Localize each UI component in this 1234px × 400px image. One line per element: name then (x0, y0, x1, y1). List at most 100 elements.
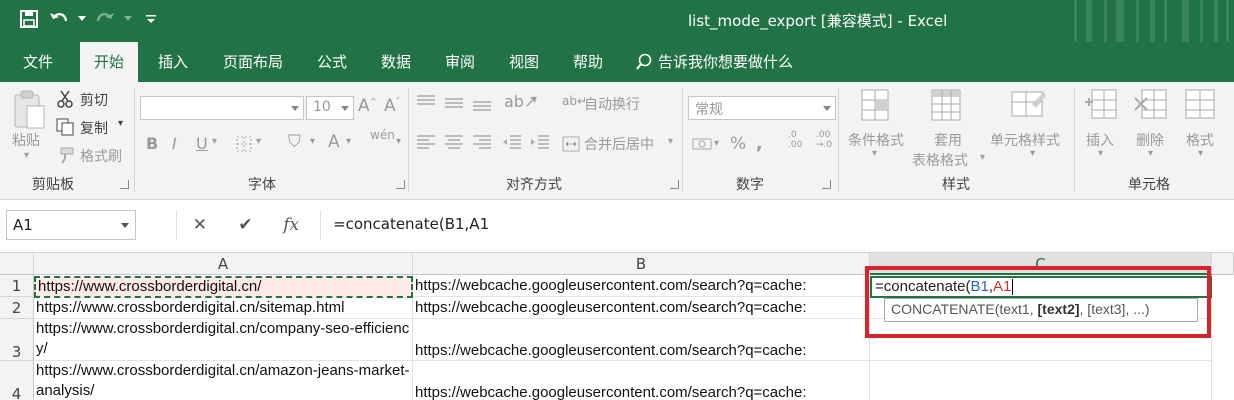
tab-insert[interactable]: 插入 (146, 42, 200, 82)
row-header[interactable]: 4 (0, 361, 34, 400)
cell-a3[interactable]: https://www.crossborderdigital.cn/compan… (34, 319, 413, 361)
wrap-text-label[interactable]: 自动换行 (584, 94, 640, 114)
tell-me-box[interactable]: 告诉我你想要做什么 (636, 42, 793, 82)
currency-icon[interactable] (692, 136, 712, 156)
shrink-font-icon[interactable]: Aˇ (384, 96, 400, 116)
copy-label[interactable]: 复制 (80, 118, 108, 138)
row-header[interactable]: 2 (0, 297, 34, 319)
number-launcher-icon[interactable] (822, 180, 831, 189)
tab-help[interactable]: 帮助 (560, 42, 616, 82)
fill-color-icon[interactable]: ⛉ (288, 132, 301, 152)
cell-c4[interactable] (870, 361, 1212, 400)
phonetic-dropdown-icon[interactable]: ▾ (396, 136, 401, 147)
select-all-corner[interactable] (0, 253, 34, 275)
format-as-table-label-2[interactable]: 表格格式 (912, 150, 968, 170)
insert-function-icon[interactable]: fx (276, 215, 306, 235)
italic-icon[interactable]: I (172, 134, 177, 153)
align-right-icon[interactable] (472, 134, 492, 156)
conditional-format-icon[interactable] (860, 88, 894, 130)
cell-b2[interactable]: https://webcache.googleusercontent.com/s… (413, 297, 870, 319)
merge-center-label[interactable]: 合并后居中 (584, 134, 654, 154)
align-left-icon[interactable] (416, 134, 436, 156)
format-cells-icon[interactable] (1184, 88, 1218, 128)
tab-view[interactable]: 视图 (496, 42, 552, 82)
conditional-format-dropdown-icon[interactable]: ▾ (872, 148, 877, 159)
percent-icon[interactable]: % (730, 134, 746, 154)
paste-dropdown-icon[interactable]: ▾ (24, 150, 29, 161)
paste-label[interactable]: 粘贴 (12, 130, 40, 150)
tab-home[interactable]: 开始 (80, 42, 138, 82)
row-header[interactable]: 1 (0, 275, 34, 297)
enter-icon[interactable]: ✔ (230, 215, 260, 235)
font-size-select[interactable]: 10 (306, 96, 354, 120)
borders-dropdown-icon[interactable]: ▾ (256, 136, 261, 147)
customize-qat-icon[interactable] (140, 8, 162, 30)
underline-dropdown-icon[interactable]: ▾ (212, 136, 217, 147)
orientation-dropdown-icon[interactable]: ▾ (532, 94, 537, 105)
clipboard-launcher-icon[interactable] (120, 180, 129, 189)
formula-input[interactable]: =concatenate(B1,A1 (320, 210, 1230, 240)
increase-decimal-icon[interactable]: .0.00 (788, 130, 802, 150)
paste-icon[interactable] (12, 90, 46, 134)
insert-cells-dropdown-icon[interactable]: ▾ (1098, 148, 1103, 159)
format-as-table-dropdown-icon[interactable]: ▾ (980, 152, 985, 163)
font-name-select[interactable] (140, 96, 304, 120)
cut-label[interactable]: 剪切 (80, 90, 108, 110)
scissors-icon[interactable] (56, 90, 74, 112)
cell-styles-icon[interactable] (1010, 88, 1046, 130)
name-box-dropdown-icon[interactable] (121, 223, 129, 228)
cell-a2[interactable]: https://www.crossborderdigital.cn/sitema… (34, 297, 413, 319)
merge-center-icon[interactable] (562, 136, 580, 156)
cell-a4[interactable]: https://www.crossborderdigital.cn/amazon… (34, 361, 413, 400)
phonetic-icon[interactable]: wén (370, 128, 395, 142)
align-center-icon[interactable] (444, 134, 464, 156)
currency-dropdown-icon[interactable]: ▾ (714, 138, 719, 149)
delete-cells-dropdown-icon[interactable]: ▾ (1148, 148, 1153, 159)
cell-styles-dropdown-icon[interactable]: ▾ (1030, 148, 1035, 159)
insert-cells-icon[interactable] (1084, 88, 1118, 128)
merge-dropdown-icon[interactable]: ▾ (668, 136, 673, 147)
number-format-select[interactable]: 常规 (688, 96, 836, 120)
tab-page-layout[interactable]: 页面布局 (212, 42, 294, 82)
font-color-dropdown-icon[interactable]: ▾ (346, 136, 351, 147)
format-as-table-label-1[interactable]: 套用 (934, 130, 962, 150)
column-header-b[interactable]: B (413, 253, 870, 275)
grow-font-icon[interactable]: A^ (358, 96, 377, 116)
insert-cells-label[interactable]: 插入 (1086, 130, 1114, 150)
format-cells-dropdown-icon[interactable]: ▾ (1198, 148, 1203, 159)
conditional-format-label[interactable]: 条件格式 (848, 130, 904, 150)
underline-icon[interactable]: U (196, 134, 208, 153)
tab-formulas[interactable]: 公式 (304, 42, 360, 82)
cell-b1[interactable]: https://webcache.googleusercontent.com/s… (413, 275, 870, 297)
decrease-indent-icon[interactable] (502, 134, 522, 156)
name-box[interactable]: A1 (6, 210, 136, 240)
row-header[interactable]: 3 (0, 319, 34, 361)
increase-indent-icon[interactable] (530, 134, 550, 156)
align-bottom-icon[interactable] (472, 94, 492, 116)
cell-styles-label[interactable]: 单元格样式 (990, 130, 1060, 150)
undo-dropdown-icon[interactable] (78, 8, 86, 30)
cell-b4[interactable]: https://webcache.googleusercontent.com/s… (413, 361, 870, 400)
copy-icon[interactable] (56, 118, 74, 140)
tab-review[interactable]: 审阅 (432, 42, 488, 82)
bold-icon[interactable]: B (146, 134, 158, 153)
decrease-decimal-icon[interactable]: .00 →.0 (816, 130, 832, 150)
font-launcher-icon[interactable] (396, 180, 405, 189)
copy-dropdown-icon[interactable]: ▾ (118, 118, 123, 129)
format-cells-label[interactable]: 格式 (1186, 130, 1214, 150)
borders-icon[interactable] (236, 136, 252, 156)
undo-icon[interactable] (48, 8, 70, 30)
tab-file[interactable]: 文件 (8, 42, 68, 82)
column-header-a[interactable]: A (34, 253, 413, 275)
alignment-launcher-icon[interactable] (670, 180, 679, 189)
cancel-icon[interactable]: ✕ (185, 215, 215, 235)
column-header-d[interactable] (1212, 253, 1234, 275)
delete-cells-icon[interactable] (1134, 88, 1168, 128)
align-middle-icon[interactable] (444, 94, 464, 116)
comma-style-icon[interactable]: , (756, 134, 762, 154)
font-color-icon[interactable]: A (328, 132, 340, 152)
format-as-table-icon[interactable] (930, 88, 964, 130)
fill-color-dropdown-icon[interactable]: ▾ (310, 136, 315, 147)
cell-b3[interactable]: https://webcache.googleusercontent.com/s… (413, 319, 870, 361)
align-top-icon[interactable] (416, 94, 436, 116)
